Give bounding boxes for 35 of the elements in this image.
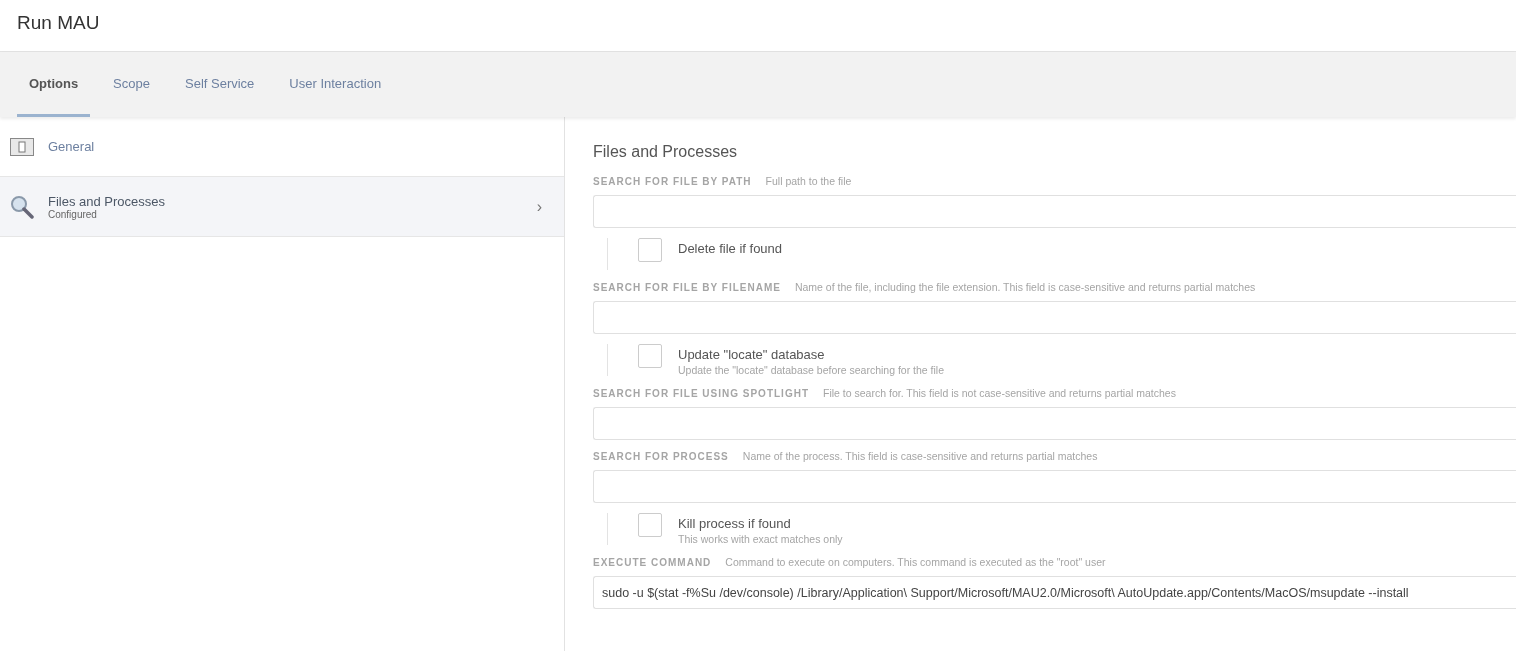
checkbox-description: This works with exact matches only: [678, 533, 843, 545]
field-hint: Name of the file, including the file extension. This field is case-sensitive and returns partial matches: [794, 281, 1256, 293]
field-label: SEARCH FOR FILE BY FILENAME: [593, 282, 781, 293]
field-hint: Full path to the file: [765, 175, 852, 187]
checkbox[interactable]: [638, 513, 662, 537]
page-title: Run MAU: [17, 12, 100, 34]
search-icon: [10, 194, 34, 219]
field-hint: File to search for. This field is not case-sensitive and returns partial matches: [823, 387, 1176, 399]
checkbox[interactable]: [638, 238, 662, 262]
checkbox-label: Kill process if found: [678, 516, 792, 531]
tab[interactable]: Self Service: [173, 52, 267, 117]
switch-icon: [10, 137, 34, 156]
sidebar-item[interactable]: Files and Processes Configured ›: [0, 177, 564, 237]
field-label: SEARCH FOR FILE BY PATH: [593, 176, 752, 187]
chevron-icon: ›: [536, 197, 554, 216]
section-title: Files and Processes: [593, 143, 739, 161]
field-hint: Name of the process. This field is case-sensitive and returns partial matches: [742, 450, 1098, 462]
sidebar-item-label: Files and Processes: [48, 193, 167, 209]
input-field[interactable]: [593, 407, 1516, 440]
input-field[interactable]: [593, 301, 1516, 334]
checkbox[interactable]: [638, 344, 662, 368]
checkbox-label: Update "locate" database: [678, 347, 826, 362]
input-field[interactable]: sudo -u $(stat -f%Su /dev/console) /Library/Application\ Support/Microsoft/MAU2.0/Microsoft\ AutoUpdate.app/Contents/MacOS/msupdate --install: [593, 576, 1516, 609]
field-hint: Command to execute on computers. This command is executed as the "root" user: [725, 556, 1106, 568]
checkbox-description: Update the "locate" database before searching for the file: [678, 364, 945, 376]
field-label: SEARCH FOR FILE USING SPOTLIGHT: [593, 388, 809, 399]
checkbox-label: Delete file if found: [678, 241, 783, 256]
field-label: SEARCH FOR PROCESS: [593, 451, 729, 462]
tab[interactable]: User Interaction: [277, 52, 394, 117]
tab[interactable]: Scope: [101, 52, 162, 117]
sidebar-item-label: General: [48, 139, 96, 154]
input-field[interactable]: [593, 470, 1516, 503]
input-field[interactable]: [593, 195, 1516, 228]
field-label: EXECUTE COMMAND: [593, 557, 712, 568]
sidebar-item-status: Configured: [48, 208, 98, 220]
